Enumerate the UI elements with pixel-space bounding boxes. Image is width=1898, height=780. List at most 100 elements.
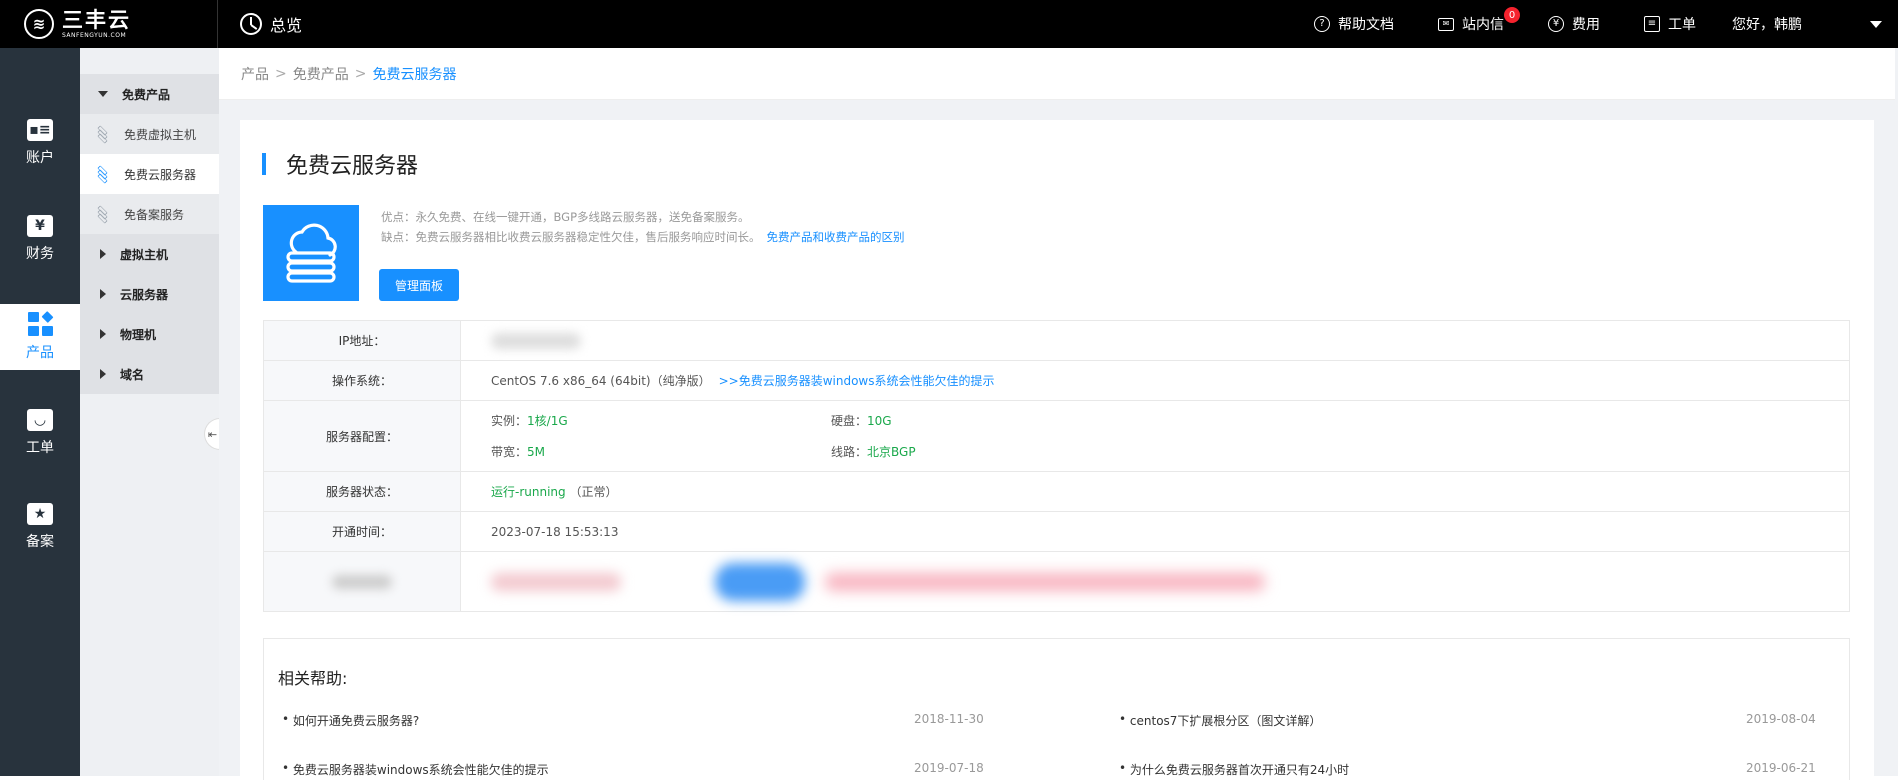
submenu-group-free[interactable]: 免费产品 [80, 74, 219, 114]
layers-icon [94, 125, 112, 144]
help-title: 相关帮助: [278, 669, 348, 688]
mail-icon: ✉ [1438, 17, 1454, 31]
server-info-table: IP地址： 操作系统： CentOS 7.6 x86_64 (64bit)（纯净… [263, 320, 1850, 612]
submenu-group-physical[interactable]: 物理机 [80, 314, 219, 354]
submenu-item-free-vhost[interactable]: 免费虚拟主机 [80, 114, 219, 154]
submenu-group-vhost[interactable]: 虚拟主机 [80, 234, 219, 274]
help-docs-label: 帮助文档 [1338, 17, 1394, 33]
help-item-title: 为什么免费云服务器首次开通只有24小时 [1129, 763, 1350, 777]
messages-label: 站内信 [1462, 17, 1504, 33]
filing-star-icon: ★ [27, 503, 53, 525]
submenu-item-free-beian[interactable]: 免备案服务 [80, 194, 219, 234]
difference-link[interactable]: 免费产品和收费产品的区别 [767, 230, 905, 244]
table-row: 服务器状态： 运行-running （正常） [263, 471, 1850, 512]
user-menu[interactable]: 您好，韩鹏 [1718, 14, 1898, 34]
logo-subtext: SANFENGYUN.COM [62, 31, 127, 39]
caret-right-icon [100, 369, 106, 379]
related-help: 相关帮助: • 如何开通免费云服务器? 2018-11-30 • centos7… [263, 638, 1850, 780]
yen-icon: ¥ [27, 215, 53, 237]
instance-spec: 实例：1核/1G [491, 414, 568, 428]
cloud-server-icon [263, 205, 359, 301]
help-docs-link[interactable]: ? 帮助文档 [1292, 0, 1416, 48]
rail-label-tickets: 工单 [26, 440, 54, 456]
overview-label: 总览 [270, 16, 303, 35]
breadcrumb-mid[interactable]: 免费产品 [293, 64, 349, 84]
caret-right-icon [100, 249, 106, 259]
help-item[interactable]: • 免费云服务器装windows系统会性能欠佳的提示 [282, 761, 549, 778]
submenu-group-free-label: 免费产品 [122, 87, 171, 102]
help-item-title: centos7下扩展根分区（图文详解） [1129, 714, 1322, 728]
submenu-item-free-cloud[interactable]: 免费云服务器 [80, 154, 219, 194]
caret-down-icon [98, 91, 108, 97]
breadcrumb-root[interactable]: 产品 [241, 64, 269, 84]
product-card: 免费云服务器 优点：永久免费、在线一键开通，BGP多线路云服务器，送免备案服务。… [240, 120, 1874, 780]
rail-label-finance: 财务 [26, 246, 54, 262]
collapse-sidebar-button[interactable]: ⇤ [204, 418, 220, 450]
open-time-label: 开通时间： [263, 511, 461, 552]
breadcrumb-separator: > [275, 65, 287, 82]
os-value: CentOS 7.6 x86_64 (64bit)（纯净版） [491, 374, 711, 388]
user-greeting: 您好，韩鹏 [1732, 17, 1802, 33]
status-value: 运行-running [491, 485, 566, 499]
submenu-group-cloud-label: 云服务器 [120, 287, 169, 302]
tickets-label: 工单 [1668, 17, 1696, 33]
rail-item-product[interactable]: 产品 [0, 304, 80, 370]
config-label: 服务器配置： [263, 400, 461, 472]
breadcrumb-separator: > [354, 65, 367, 82]
rail-item-finance[interactable]: ¥ 财务 [0, 206, 80, 272]
rail-label-product: 产品 [26, 345, 54, 361]
breadcrumb: 产品 > 免费产品 > 免费云服务器 [219, 48, 1895, 100]
sub-menu: 免费产品 免费虚拟主机 免费云服务器 免备案服务 虚拟主机 云服务器 物理机 域… [80, 48, 220, 776]
overview-link[interactable]: 总览 [218, 12, 302, 36]
rail-item-tickets[interactable]: ◡ 工单 [0, 400, 80, 466]
bandwidth-spec: 带宽：5M [491, 445, 546, 459]
submenu-group-vhost-label: 虚拟主机 [120, 247, 169, 262]
submenu-group-physical-label: 物理机 [120, 327, 157, 342]
line-spec: 线路：北京BGP [831, 445, 916, 459]
product-grid-icon [27, 311, 53, 336]
help-item[interactable]: • centos7下扩展根分区（图文详解） [1119, 712, 1321, 729]
collapse-icon: ⇤ [207, 427, 218, 441]
tickets-link[interactable]: ≡ 工单 [1622, 0, 1718, 48]
disk-value: 10G [867, 414, 892, 428]
caret-right-icon [100, 329, 106, 339]
status-label: 服务器状态： [263, 471, 461, 512]
submenu-item-free-beian-label: 免备案服务 [124, 207, 185, 222]
redacted-button [714, 562, 805, 601]
rail-item-account[interactable]: ▪≡ 账户 [0, 110, 80, 176]
ticket-list-icon: ≡ [1644, 16, 1660, 32]
main-content: 产品 > 免费产品 > 免费云服务器 免费云服务器 优点：永久免费、在线一键开通… [219, 48, 1898, 780]
messages-link[interactable]: ✉ 站内信 0 [1416, 0, 1526, 48]
submenu-group-domain[interactable]: 域名 [80, 354, 219, 394]
breadcrumb-current: 免费云服务器 [372, 66, 457, 83]
help-item-date: 2018-11-30 [914, 712, 984, 726]
help-item-title: 免费云服务器装windows系统会性能欠佳的提示 [292, 763, 549, 777]
bandwidth-value: 5M [527, 445, 546, 459]
help-item-date: 2019-07-18 [914, 761, 984, 775]
table-row-redacted [263, 551, 1850, 612]
caret-right-icon [100, 289, 106, 299]
page-title: 免费云服务器 [286, 154, 419, 179]
submenu-group-cloud[interactable]: 云服务器 [80, 274, 219, 314]
line-value: 北京BGP [867, 445, 916, 459]
status-note: （正常） [569, 485, 618, 499]
windows-tip-link[interactable]: >>免费云服务器装windows系统会性能欠佳的提示 [719, 374, 995, 388]
rail-item-filing[interactable]: ★ 备案 [0, 494, 80, 560]
fees-label: 费用 [1572, 17, 1600, 33]
help-item-title: 如何开通免费云服务器? [292, 714, 420, 728]
left-rail: ▪≡ 账户 ¥ 财务 产品 ◡ 工单 ★ 备案 [0, 48, 80, 776]
manage-panel-button[interactable]: 管理面板 [379, 269, 459, 301]
cons-text: 缺点：免费云服务器相比收费云服务器稳定性欠佳，售后服务响应时间长。 [381, 230, 761, 244]
logo[interactable]: ≋ 三丰云 SANFENGYUN.COM [0, 0, 218, 48]
logo-text: 三丰云 [62, 7, 131, 32]
os-label: 操作系统： [263, 360, 461, 401]
help-item[interactable]: • 为什么免费云服务器首次开通只有24小时 [1119, 761, 1349, 778]
fees-link[interactable]: ¥ 费用 [1526, 0, 1622, 48]
open-time-value: 2023-07-18 15:53:13 [460, 511, 1850, 552]
submenu-group-domain-label: 域名 [120, 367, 145, 382]
submenu-item-free-cloud-label: 免费云服务器 [124, 167, 197, 182]
layers-icon [94, 165, 112, 184]
help-item[interactable]: • 如何开通免费云服务器? [282, 712, 419, 729]
table-row: 开通时间： 2023-07-18 15:53:13 [263, 511, 1850, 552]
instance-value: 1核/1G [527, 414, 568, 428]
